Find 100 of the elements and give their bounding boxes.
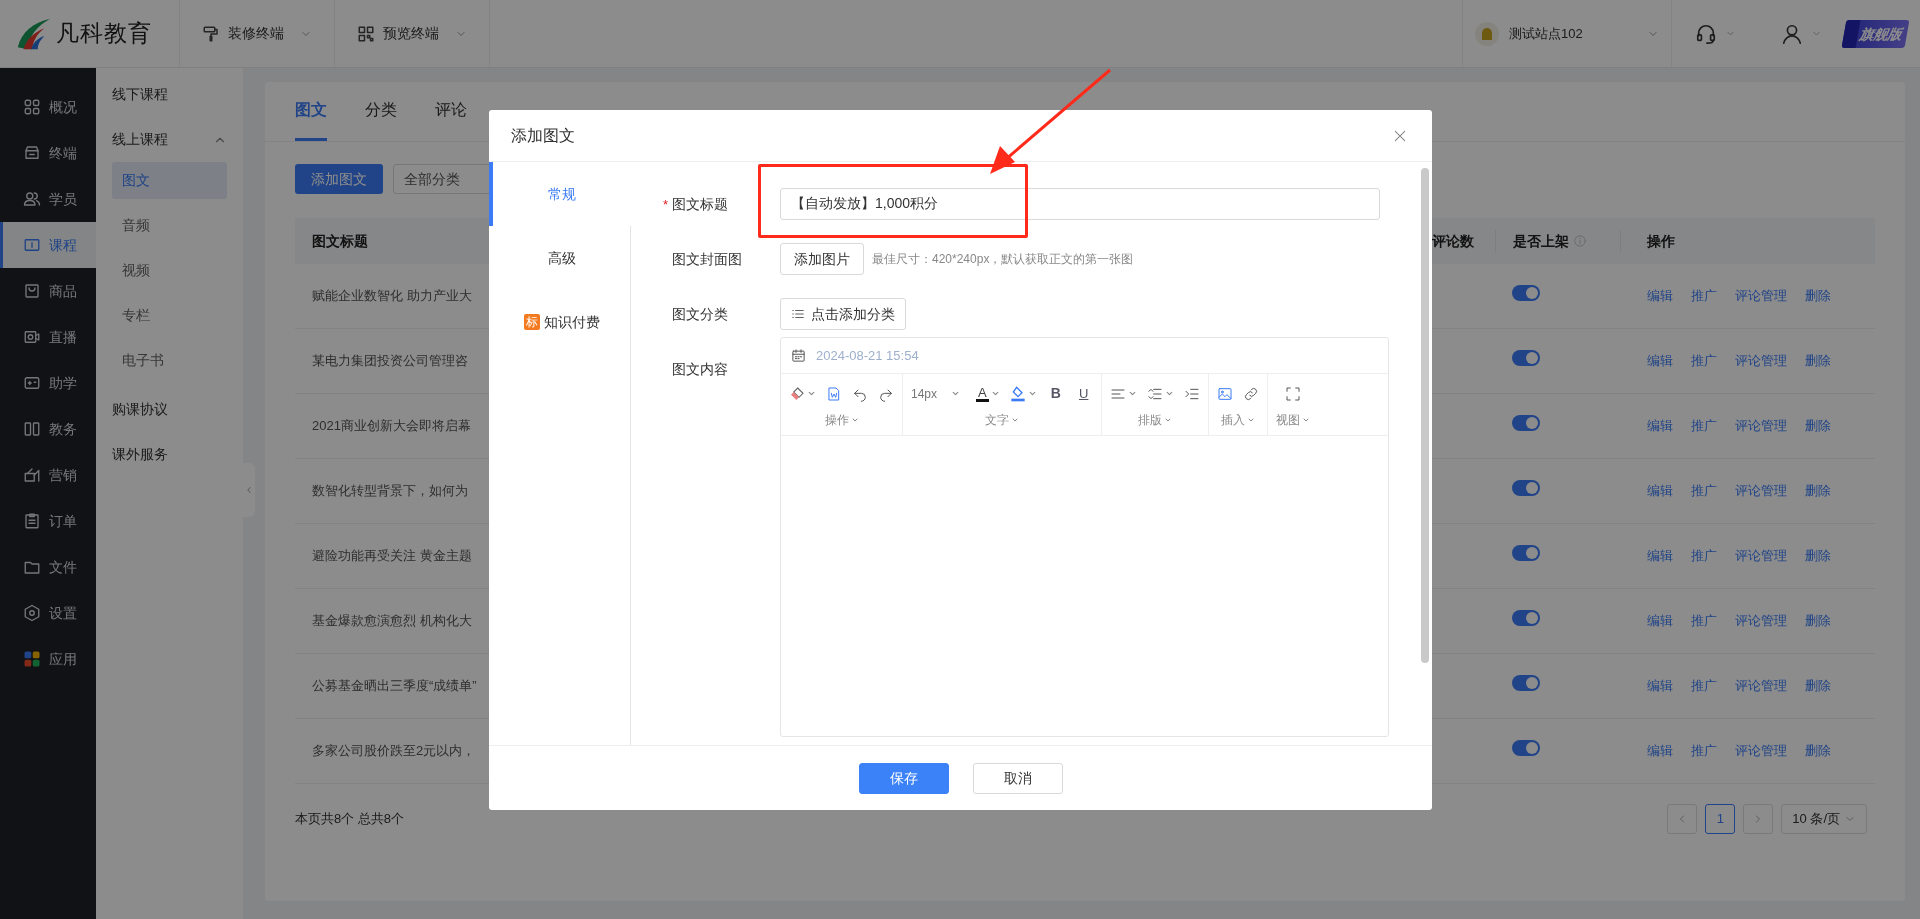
action-link[interactable]: 评论管理 [1735,546,1787,566]
action-link[interactable]: 推广 [1691,351,1717,371]
sidebar-item[interactable]: 概况 [0,84,96,130]
action-link[interactable]: 推广 [1691,611,1717,631]
sidebar-item[interactable]: 应用 [0,636,96,682]
underline-button[interactable]: U [1074,383,1093,404]
eraser-button[interactable] [789,385,816,402]
toolbar-group-menu[interactable]: 文字 [984,410,1019,429]
action-link[interactable]: 编辑 [1647,286,1673,306]
sidebar-item[interactable]: 商品 [0,268,96,314]
table-cell: 数智化转型背景下，如何为 [312,483,468,499]
action-link[interactable]: 推广 [1691,546,1717,566]
action-link[interactable]: 删除 [1805,741,1831,761]
sub-nav-item[interactable]: 视频 [112,252,227,289]
site-selector[interactable]: 测试站点102 [1462,0,1672,67]
sub-nav-item[interactable]: 图文 [112,162,227,199]
action-link[interactable]: 评论管理 [1735,351,1787,371]
sub-nav-group[interactable]: 线下课程 [112,72,227,117]
sub-nav-item[interactable]: 专栏 [112,297,227,334]
font-size-select[interactable]: 14px [911,384,961,403]
bold-button[interactable]: B [1046,383,1065,404]
action-link[interactable]: 删除 [1805,351,1831,371]
sub-nav-group[interactable]: 购课协议 [112,387,227,432]
page-size-select[interactable]: 10 条/页 [1781,804,1867,834]
tab[interactable]: 评论 [435,81,467,141]
action-link[interactable]: 推广 [1691,286,1717,306]
table-cell: 公募基金晒出三季度“成绩单” [312,678,477,694]
image-button[interactable] [1216,385,1233,402]
add-image-button[interactable]: 添加图片 [780,243,864,275]
add-article-button[interactable]: 添加图文 [295,164,383,194]
sidebar-item[interactable]: 订单 [0,498,96,544]
sidebar-item[interactable]: 助学 [0,360,96,406]
toolbar-group-menu[interactable]: 插入 [1220,410,1255,429]
title-input-field[interactable]: 【自动发放】1,000积分 [780,188,1380,220]
action-link[interactable]: 编辑 [1647,741,1673,761]
toggle-switch[interactable] [1512,610,1540,627]
top-nav-item[interactable]: 装修终端 [180,0,335,67]
action-link[interactable]: 删除 [1805,676,1831,696]
toolbar-group-menu[interactable]: 视图 [1275,410,1310,429]
sidebar-item[interactable]: 教务 [0,406,96,452]
sidebar-item[interactable]: 设置 [0,590,96,636]
action-link[interactable]: 推广 [1691,481,1717,501]
sidebar-item[interactable]: 营销 [0,452,96,498]
sidebar-item[interactable]: 文件 [0,544,96,590]
action-link[interactable]: 评论管理 [1735,741,1787,761]
dialog-tab[interactable]: 高级 [489,226,631,290]
action-link[interactable]: 评论管理 [1735,286,1787,306]
action-link[interactable]: 评论管理 [1735,416,1787,436]
top-nav-item[interactable]: 预览终端 [335,0,490,67]
action-link[interactable]: 编辑 [1647,351,1673,371]
font-color-button[interactable]: A [976,385,1000,402]
toggle-switch[interactable] [1512,740,1540,757]
scrollbar-thumb[interactable] [1421,168,1429,663]
sidebar-item[interactable]: 直播 [0,314,96,360]
action-link[interactable]: 编辑 [1647,676,1673,696]
fullscreen-button[interactable] [1284,385,1301,402]
link-button[interactable] [1242,385,1259,402]
action-link[interactable]: 删除 [1805,416,1831,436]
toggle-switch[interactable] [1512,480,1540,497]
collapse-handle[interactable] [243,463,255,517]
fill-color-button[interactable] [1009,385,1037,402]
tab[interactable]: 图文 [295,81,327,141]
dialog-tab[interactable]: 标 知识付费 [489,290,631,354]
action-link[interactable]: 编辑 [1647,481,1673,501]
action-link[interactable]: 删除 [1805,611,1831,631]
required-mark: * [663,196,669,214]
toggle-switch[interactable] [1512,285,1540,302]
cancel-button[interactable]: 取消 [972,762,1063,794]
toolbar-group-menu[interactable]: 操作 [824,410,859,429]
tab[interactable]: 分类 [365,81,397,141]
action-link[interactable]: 评论管理 [1735,611,1787,631]
action-link[interactable]: 编辑 [1647,416,1673,436]
toggle-switch[interactable] [1512,675,1540,692]
sub-nav-group[interactable]: 线上课程 [112,117,227,162]
sub-nav-item[interactable]: 音频 [112,207,227,244]
toolbar-group-menu[interactable]: 排版 [1137,410,1172,429]
add-category-button[interactable]: 点击添加分类 [780,298,906,330]
action-link[interactable]: 评论管理 [1735,481,1787,501]
action-link[interactable]: 编辑 [1647,546,1673,566]
action-link[interactable]: 推广 [1691,676,1717,696]
toggle-switch[interactable] [1512,350,1540,367]
word-button[interactable] [826,385,842,402]
toggle-switch[interactable] [1512,415,1540,432]
sidebar-item[interactable]: 课程 [0,222,96,268]
action-link[interactable]: 推广 [1691,416,1717,436]
action-link[interactable]: 编辑 [1647,611,1673,631]
save-button[interactable]: 保存 [858,762,949,794]
action-link[interactable]: 删除 [1805,546,1831,566]
action-link[interactable]: 评论管理 [1735,676,1787,696]
info-icon [1573,234,1587,248]
sidebar-item[interactable]: 终端 [0,130,96,176]
sidebar-item[interactable]: 学员 [0,176,96,222]
sub-nav-group[interactable]: 课外服务 [112,432,227,477]
action-link[interactable]: 删除 [1805,481,1831,501]
clipboard-icon [23,512,41,530]
toggle-switch[interactable] [1512,545,1540,562]
page-button[interactable]: 1 [1705,804,1736,834]
action-link[interactable]: 推广 [1691,741,1717,761]
action-link[interactable]: 删除 [1805,286,1831,306]
sub-nav-item[interactable]: 电子书 [112,342,227,379]
